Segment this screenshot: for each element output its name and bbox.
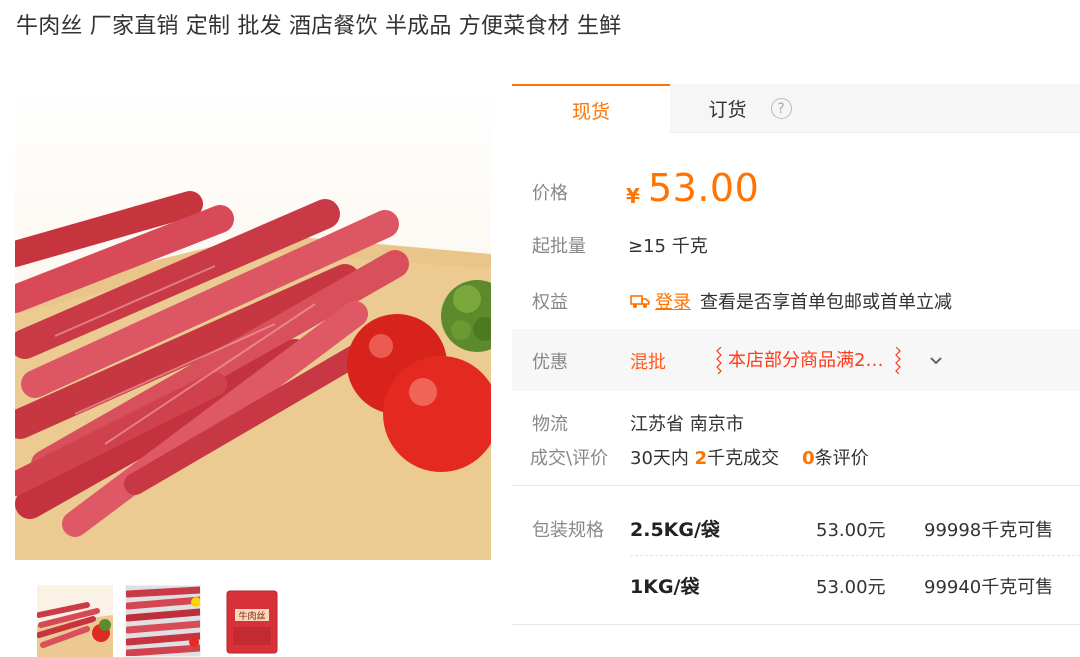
login-link[interactable]: 登录 <box>655 288 691 314</box>
section-divider-bottom <box>512 624 1080 625</box>
deals-label: 成交\评价 <box>530 448 609 469</box>
min-order-label: 起批量 <box>532 236 586 257</box>
logistics-label: 物流 <box>532 414 568 435</box>
review-count[interactable]: 0 <box>802 448 815 469</box>
tab-preorder[interactable]: 订货 ? <box>670 84 830 133</box>
deals-unit-text: 千克成交 <box>707 448 780 469</box>
benefits-text: 查看是否享首单包邮或首单立减 <box>700 292 952 313</box>
price-value: 53.00 <box>648 166 760 210</box>
question-help-icon[interactable]: ? <box>770 98 792 119</box>
beef-strips-photo <box>15 191 491 560</box>
spec-row-divider <box>630 555 1080 556</box>
delivery-truck-icon <box>630 295 650 308</box>
package-bag-thumbnail-image: 牛肉丝 <box>215 585 291 657</box>
min-order-value: ≥15 千克 <box>628 236 708 257</box>
coupon-right-edge-icon <box>895 347 902 374</box>
benefits-label: 权益 <box>532 292 568 313</box>
spec-name: 1KG/袋 <box>630 576 700 598</box>
spec-name: 2.5KG/袋 <box>630 519 720 541</box>
thumbnail-2[interactable] <box>125 585 201 657</box>
price-label: 价格 <box>532 183 568 204</box>
spec-stock: 99998千克可售 <box>924 520 1054 541</box>
tab-in-stock-label: 现货 <box>571 100 610 123</box>
logistics-location: 江苏省 南京市 <box>630 414 744 435</box>
coupon-left-edge-icon <box>716 347 722 374</box>
beef-pack-thumbnail-image <box>126 586 200 656</box>
spec-price: 53.00元 <box>816 520 886 541</box>
section-divider <box>512 485 1080 486</box>
main-product-image[interactable] <box>15 84 491 560</box>
package-label: 牛肉丝 <box>238 610 265 622</box>
thumbnail-1[interactable] <box>37 585 113 657</box>
coupon-text: 本店部分商品满2… <box>728 350 884 371</box>
chevron-down-icon[interactable] <box>928 352 944 368</box>
spec-price: 53.00元 <box>816 577 886 598</box>
currency-symbol: ¥ <box>626 184 640 208</box>
tab-in-stock[interactable]: 现货 <box>512 84 670 134</box>
product-title: 牛肉丝 厂家直销 定制 批发 酒店餐饮 半成品 方便菜食材 生鲜 <box>16 14 622 39</box>
tab-preorder-label: 订货 <box>708 99 747 121</box>
promotion-label: 优惠 <box>532 352 568 373</box>
beef-thumbnail-image <box>37 585 113 657</box>
mixed-wholesale-tag: 混批 <box>630 352 666 373</box>
deals-prefix: 30天内 <box>630 448 689 469</box>
deals-summary: 30天内 2千克成交 0条评价 <box>630 444 869 470</box>
stock-tabs: 现货 订货 ? <box>512 84 1080 134</box>
thumbnail-3[interactable]: 牛肉丝 <box>215 585 291 657</box>
coupon-badge[interactable]: 本店部分商品满2… <box>716 347 902 374</box>
deals-count: 2 <box>694 448 708 469</box>
review-text: 条评价 <box>814 448 869 469</box>
specs-label: 包装规格 <box>532 520 604 541</box>
spec-stock: 99940千克可售 <box>924 577 1054 598</box>
